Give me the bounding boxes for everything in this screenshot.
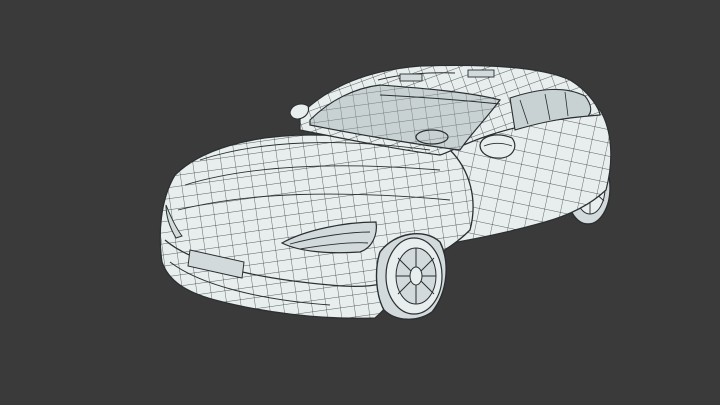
- side-mirror-right: [479, 134, 516, 159]
- render-viewport: [0, 0, 720, 405]
- front-wheel: [375, 233, 447, 320]
- car-wireframe-model: [159, 64, 612, 320]
